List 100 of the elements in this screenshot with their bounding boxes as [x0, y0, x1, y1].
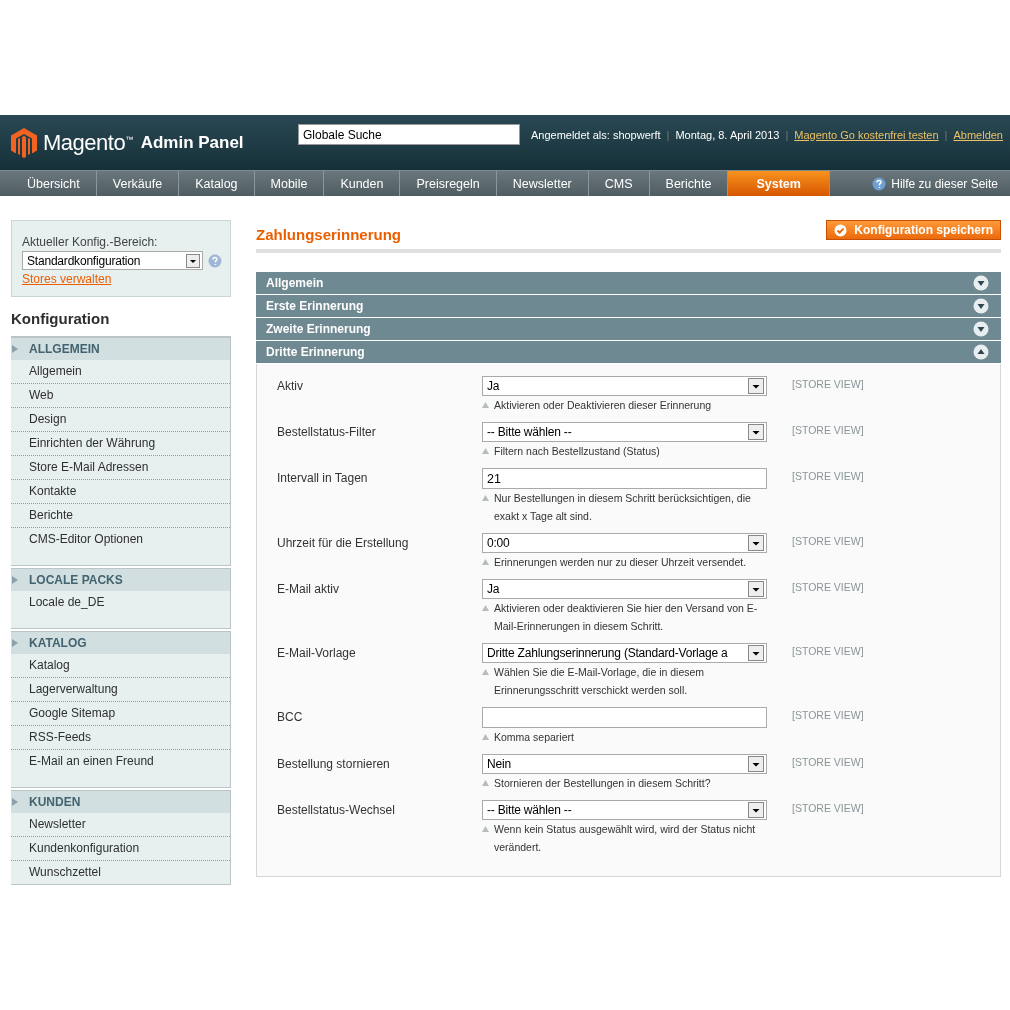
page-title: Zahlungserinnerung	[256, 226, 401, 243]
header-info-text: Montag, 8. April 2013	[675, 128, 780, 141]
triangle-icon	[12, 798, 18, 806]
nav-tab[interactable]: Katalog	[179, 171, 255, 196]
help-link[interactable]: Hilfe zu dieser Seite	[891, 176, 998, 191]
scope-select[interactable]: Standardkonfiguration	[22, 251, 204, 270]
select-field[interactable]: Dritte Zahlungserinnerung (Standard-Vorlage a	[482, 643, 767, 663]
nav-tab[interactable]: Preisregeln	[400, 171, 497, 196]
nav-tab[interactable]: Übersicht	[11, 171, 97, 196]
sidebar-item[interactable]: Einrichten der Währung	[11, 432, 230, 456]
sidebar-item[interactable]: RSS-Feeds	[11, 726, 230, 750]
sidebar-item[interactable]: Newsletter	[11, 813, 230, 837]
sidebar-item[interactable]: Berichte	[11, 504, 230, 528]
triangle-icon	[12, 639, 18, 647]
header-link[interactable]: Magento Go kostenfrei testen	[794, 128, 939, 141]
group-header[interactable]: Allgemein	[256, 272, 1001, 294]
triangle-icon	[482, 669, 489, 675]
field-label: BCC	[277, 709, 304, 724]
field-label: Aktiv	[277, 378, 304, 393]
group-header[interactable]: Dritte Erinnerung	[256, 341, 1001, 363]
select-field[interactable]: 0:00	[482, 533, 767, 553]
scope-text: [STORE VIEW]	[792, 469, 864, 482]
field-hint: Stornieren der Bestellungen in diesem Schritt?	[494, 776, 711, 791]
sidebar-item[interactable]: Lagerverwaltung	[11, 678, 230, 702]
section-heading[interactable]: KATALOG	[11, 631, 230, 654]
field-hint: Nur Bestellungen in diesem Schritt berücksichtigen, die exakt x Tage alt sind.	[494, 491, 752, 524]
triangle-icon	[482, 402, 489, 408]
select-field[interactable]: Ja	[482, 579, 767, 599]
checkmark-icon	[834, 223, 848, 237]
sidebar-item[interactable]: Google Sitemap	[11, 702, 230, 726]
field-hint: Komma separiert	[494, 730, 574, 745]
sidebar-item[interactable]: Wunschzettel	[11, 861, 230, 884]
field-hint: Wenn kein Status ausgewählt wird, wird der Status nicht verändert.	[494, 822, 757, 855]
select-field[interactable]: -- Bitte wählen --	[482, 800, 767, 820]
section-heading[interactable]: KUNDEN	[11, 790, 230, 813]
triangle-icon	[482, 826, 489, 832]
triangle-icon	[482, 734, 489, 740]
sidebar-item[interactable]: Store E-Mail Adressen	[11, 456, 230, 480]
scope-text: [STORE VIEW]	[792, 708, 864, 721]
sidebar-item[interactable]: Web	[11, 384, 230, 408]
logo-subtitle: Admin Panel	[140, 132, 244, 153]
group-header[interactable]: Erste Erinnerung	[256, 295, 1001, 317]
sidebar-item[interactable]: E-Mail an einen Freund	[11, 750, 230, 773]
logo-wordmark: Magento$^{™}$	[43, 129, 133, 156]
field-label: Bestellung stornieren	[277, 756, 391, 771]
separator: |	[785, 128, 789, 141]
section-heading[interactable]: ALLGEMEIN	[11, 337, 230, 360]
field-hint: Wählen Sie die E-Mail-Vorlage, die in diesem Erinnerungsschritt verschickt werden soll.	[494, 665, 706, 698]
header-info-text: Angemeldet als: shopwerft	[530, 128, 661, 141]
field-hint: Filtern nach Bestellzustand (Status)	[494, 444, 660, 459]
separator: |	[666, 128, 670, 141]
scope-label: Aktueller Konfig.-Bereich:	[22, 235, 159, 249]
sidebar-item[interactable]: Design	[11, 408, 230, 432]
search-field[interactable]: Globale Suche	[298, 124, 520, 145]
input-field[interactable]	[482, 707, 767, 728]
field-hint: Erinnerungen werden nur zu dieser Uhrzeit versendet.	[494, 555, 747, 570]
triangle-icon	[12, 345, 18, 353]
triangle-icon	[482, 448, 489, 454]
input-field[interactable]: 21	[482, 468, 767, 489]
sidebar-item[interactable]: Allgemein	[11, 360, 230, 384]
scope-text: [STORE VIEW]	[792, 644, 864, 657]
nav-tab[interactable]: Mobile	[254, 171, 325, 196]
logo-icon	[11, 127, 37, 158]
nav-tab[interactable]: Kunden	[324, 171, 401, 196]
sidebar-item[interactable]: Kontakte	[11, 480, 230, 504]
field-hint: Aktivieren oder Deaktivieren dieser Erinnerung	[494, 398, 712, 413]
nav-tab[interactable]: CMS	[588, 171, 650, 196]
help-icon[interactable]	[208, 253, 222, 268]
sidebar-item[interactable]: Locale de_DE	[11, 591, 230, 614]
field-hint: Aktivieren oder deaktivieren Sie hier den Versand von E-Mail-Erinnerungen in diesem Schritt.	[494, 601, 759, 634]
help-icon	[872, 176, 887, 191]
scope-text: [STORE VIEW]	[792, 377, 864, 390]
group-header[interactable]: Zweite Erinnerung	[256, 318, 1001, 340]
nav-tab[interactable]: Verkäufe	[96, 171, 180, 196]
triangle-icon	[482, 780, 489, 786]
field-label: Intervall in Tagen	[277, 470, 369, 485]
scope-text: [STORE VIEW]	[792, 534, 864, 547]
header-link[interactable]: Abmelden	[953, 128, 1003, 141]
sidebar-item[interactable]: Kundenkonfiguration	[11, 837, 230, 861]
separator: |	[944, 128, 948, 141]
select-field[interactable]: -- Bitte wählen --	[482, 422, 767, 442]
select-field[interactable]: Ja	[482, 376, 767, 396]
sidebar-item[interactable]: CMS-Editor Optionen	[11, 528, 230, 551]
scope-text: [STORE VIEW]	[792, 801, 864, 814]
scope-text: [STORE VIEW]	[792, 580, 864, 593]
triangle-icon	[482, 559, 489, 565]
field-label: Uhrzeit für die Erstellung	[277, 535, 410, 550]
scope-text: [STORE VIEW]	[792, 423, 864, 436]
select-field[interactable]: Nein	[482, 754, 767, 774]
field-label: Bestellstatus-Filter	[277, 424, 377, 439]
scope-text: [STORE VIEW]	[792, 755, 864, 768]
field-label: E-Mail aktiv	[277, 581, 340, 596]
section-heading[interactable]: LOCALE PACKS	[11, 568, 230, 591]
triangle-icon	[482, 605, 489, 611]
sidebar-item[interactable]: Katalog	[11, 654, 230, 678]
field-label: E-Mail-Vorlage	[277, 645, 357, 660]
nav-tab[interactable]: Newsletter	[496, 171, 589, 196]
field-label: Bestellstatus-Wechsel	[277, 802, 396, 817]
triangle-icon	[482, 495, 489, 501]
triangle-icon	[12, 576, 18, 584]
